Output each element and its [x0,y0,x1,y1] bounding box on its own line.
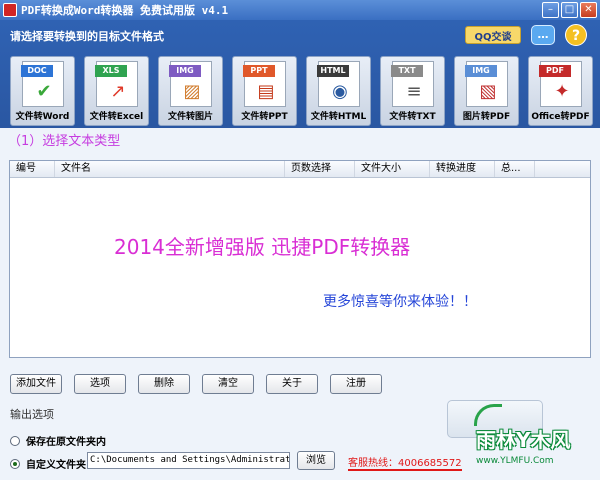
window-controls: – □ ✕ [542,2,597,18]
column-header[interactable]: 文件大小 [355,161,430,177]
format-glyph-icon: ↗ [110,81,126,102]
format-glyph-icon: ▧ [479,81,497,102]
file-list[interactable]: 编号 文件名 页数选择 文件大小 转换进度 总... 2014全新增强版 迅捷PDF转换器… [9,160,591,358]
tool-button-2[interactable]: IMG ▨ 文件转图片 [158,56,223,126]
format-header: 请选择要转换到的目标文件格式 QQ交谈 … ? DOC ✔ 文件转Word XLS ↗ 文… [0,20,600,149]
clear-button[interactable]: 清空 [202,374,254,394]
format-glyph-icon: ◉ [332,81,348,102]
radio-custom-folder[interactable]: 自定义文件夹 [10,456,86,471]
help-icon[interactable]: ? [565,24,587,46]
tool-label: 文件转TXT [389,112,436,122]
tool-button-4[interactable]: HTML ◉ 文件转HTML [306,56,371,126]
options-button[interactable]: 选项 [74,374,126,394]
radio-circle[interactable] [10,458,20,469]
column-header[interactable]: 文件名 [55,161,285,177]
format-glyph-icon: ≡ [406,81,422,102]
tool-label: 图片转PDF [462,112,511,122]
output-path-input[interactable]: C:\Documents and Settings\Administrator\… [87,452,290,469]
format-tag: IMG [169,65,201,77]
about-button[interactable]: 关于 [266,374,318,394]
format-toolbar: DOC ✔ 文件转Word XLS ↗ 文件转Excel IMG ▨ 文件转图片 PPT ▤ 文件转P… [10,56,593,126]
format-glyph-icon: ▨ [183,81,201,102]
tool-button-0[interactable]: DOC ✔ 文件转Word [10,56,75,126]
document-icon: HTML ◉ [317,61,360,107]
tool-button-3[interactable]: PPT ▤ 文件转PPT [232,56,297,126]
qq-chat-button[interactable]: QQ交谈 [465,26,521,44]
close-button[interactable]: ✕ [580,2,597,18]
radio-circle[interactable] [10,435,20,446]
app-icon [3,3,17,17]
delete-button[interactable]: 删除 [138,374,190,394]
format-glyph-icon: ✔ [36,81,52,102]
tool-button-7[interactable]: PDF ✦ Office转PDF [528,56,593,126]
tool-button-6[interactable]: IMG ▧ 图片转PDF [454,56,519,126]
browse-button[interactable]: 浏览 [297,451,335,470]
minimize-button[interactable]: – [542,2,559,18]
document-icon: IMG ▧ [465,61,508,107]
format-prompt: 请选择要转换到的目标文件格式 [10,30,164,43]
window-title: PDF转换成Word转换器 免费试用版 v4.1 [21,4,229,17]
title-bar: PDF转换成Word转换器 免费试用版 v4.1 – □ ✕ [0,0,600,20]
promo-subline: 更多惊喜等你来体验！！ [323,294,477,310]
promo-headline: 2014全新增强版 迅捷PDF转换器 [114,235,411,259]
step-label: （1）选择文本类型 [8,134,121,149]
output-options-title: 输出选项 [10,408,54,421]
radio-label: 保存在原文件夹内 [26,437,106,448]
site-watermark: 雨林Y木风 www.YLMFU.Com [468,400,588,476]
format-tag: DOC [21,65,53,77]
tool-button-5[interactable]: TXT ≡ 文件转TXT [380,56,445,126]
tool-label: 文件转Excel [89,112,144,122]
document-icon: XLS ↗ [95,61,138,107]
leaf-logo-icon [474,404,502,426]
action-bar: 添加文件 选项 删除 清空 关于 注册 [10,374,382,394]
format-tag: PDF [539,65,571,77]
column-header[interactable]: 总... [495,161,535,177]
document-icon: PPT ▤ [243,61,286,107]
add-file-button[interactable]: 添加文件 [10,374,62,394]
tool-label: 文件转HTML [310,112,367,122]
watermark-logo-text: 雨林Y木风 [476,428,571,452]
format-tag: PPT [243,65,275,77]
file-list-header: 编号 文件名 页数选择 文件大小 转换进度 总... [10,161,590,178]
column-header[interactable]: 编号 [10,161,55,177]
format-tag: TXT [391,65,423,77]
register-button[interactable]: 注册 [330,374,382,394]
column-header[interactable]: 转换进度 [430,161,495,177]
format-tag: HTML [317,65,349,77]
tool-label: 文件转PPT [241,112,288,122]
document-icon: DOC ✔ [21,61,64,107]
column-header[interactable]: 页数选择 [285,161,355,177]
tool-button-1[interactable]: XLS ↗ 文件转Excel [84,56,149,126]
maximize-button[interactable]: □ [561,2,578,18]
watermark-url: www.YLMFU.Com [476,456,554,466]
tool-label: 文件转Word [15,112,70,122]
document-icon: PDF ✦ [539,61,582,107]
document-icon: TXT ≡ [391,61,434,107]
document-icon: IMG ▨ [169,61,212,107]
chat-bubble-icon[interactable]: … [531,25,555,45]
format-glyph-icon: ▤ [257,81,275,102]
format-tag: XLS [95,65,127,77]
support-hotline: 客服热线：4006685572 [348,454,462,471]
format-glyph-icon: ✦ [554,81,570,102]
format-tag: IMG [465,65,497,77]
radio-label: 自定义文件夹 [26,460,86,471]
tool-label: 文件转图片 [167,112,213,122]
radio-save-original[interactable]: 保存在原文件夹内 [10,433,106,448]
tool-label: Office转PDF [531,112,590,122]
